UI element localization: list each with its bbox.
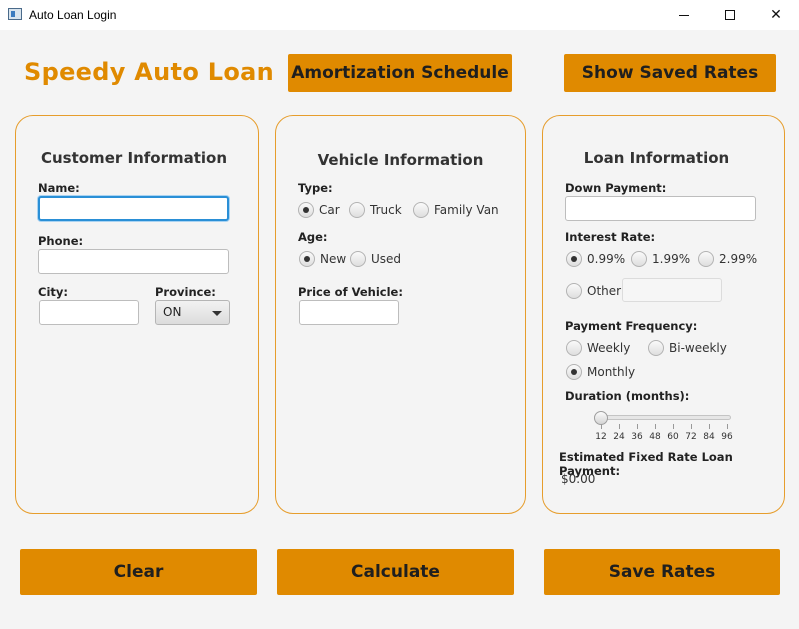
show-saved-rates-button[interactable]: Show Saved Rates bbox=[564, 54, 776, 92]
clear-button[interactable]: Clear bbox=[20, 549, 257, 595]
duration-tick bbox=[727, 424, 728, 429]
frequency-biweekly-radio[interactable] bbox=[648, 340, 664, 356]
loan-panel-title: Loan Information bbox=[583, 149, 730, 167]
frequency-monthly-radio[interactable] bbox=[566, 364, 582, 380]
duration-tick-label: 84 bbox=[703, 432, 715, 442]
type-truck-radio[interactable] bbox=[349, 202, 365, 218]
rate-2-99-label: 2.99% bbox=[719, 252, 758, 266]
maximize-button[interactable] bbox=[707, 0, 753, 30]
chevron-down-icon bbox=[212, 311, 222, 316]
amortization-schedule-button[interactable]: Amortization Schedule bbox=[288, 54, 512, 92]
duration-tick bbox=[691, 424, 692, 429]
age-used-label: Used bbox=[371, 252, 402, 266]
vehicle-information-panel: Vehicle Information Type: Car Truck Fami… bbox=[275, 115, 526, 514]
price-input[interactable] bbox=[299, 300, 399, 325]
rate-other-radio[interactable] bbox=[566, 283, 582, 299]
type-truck-label: Truck bbox=[370, 203, 402, 217]
city-input[interactable] bbox=[39, 300, 139, 325]
province-select[interactable]: ON bbox=[155, 300, 230, 325]
duration-tick-label: 72 bbox=[685, 432, 697, 442]
rate-1-99-radio[interactable] bbox=[631, 251, 647, 267]
duration-slider-thumb[interactable] bbox=[594, 411, 608, 425]
frequency-weekly-radio[interactable] bbox=[566, 340, 582, 356]
vehicle-panel-title: Vehicle Information bbox=[317, 151, 484, 169]
rate-1-99-label: 1.99% bbox=[652, 252, 691, 266]
customer-information-panel: Customer Information Name: Phone: City: … bbox=[15, 115, 259, 514]
duration-tick bbox=[601, 424, 602, 429]
minimize-icon bbox=[679, 14, 689, 16]
frequency-biweekly-label: Bi-weekly bbox=[669, 341, 727, 355]
app-icon bbox=[8, 8, 22, 20]
duration-tick-label: 36 bbox=[631, 432, 643, 442]
age-used-radio[interactable] bbox=[350, 251, 366, 267]
duration-tick-label: 24 bbox=[613, 432, 625, 442]
type-car-label: Car bbox=[319, 203, 340, 217]
down-payment-label: Down Payment: bbox=[565, 181, 667, 195]
other-rate-input[interactable] bbox=[622, 278, 722, 302]
price-label: Price of Vehicle: bbox=[298, 285, 403, 299]
name-label: Name: bbox=[38, 181, 80, 195]
minimize-button[interactable] bbox=[661, 0, 707, 30]
duration-label: Duration (months): bbox=[565, 389, 690, 403]
duration-tick-label: 12 bbox=[595, 432, 607, 442]
rate-2-99-radio[interactable] bbox=[698, 251, 714, 267]
rate-other-label: Other: bbox=[587, 284, 625, 298]
brand-title: Speedy Auto Loan bbox=[24, 58, 275, 86]
calculate-button[interactable]: Calculate bbox=[277, 549, 514, 595]
type-car-radio[interactable] bbox=[298, 202, 314, 218]
age-label: Age: bbox=[298, 230, 328, 244]
window-title: Auto Loan Login bbox=[29, 8, 117, 22]
phone-label: Phone: bbox=[38, 234, 84, 248]
type-label: Type: bbox=[298, 181, 333, 195]
down-payment-input[interactable] bbox=[565, 196, 756, 221]
duration-tick-label: 96 bbox=[721, 432, 733, 442]
rate-0-99-label: 0.99% bbox=[587, 252, 626, 266]
estimated-payment-value: $0.00 bbox=[561, 472, 596, 486]
maximize-icon bbox=[725, 10, 735, 20]
rate-0-99-radio[interactable] bbox=[566, 251, 582, 267]
close-button[interactable]: ✕ bbox=[753, 0, 799, 30]
city-label: City: bbox=[38, 285, 68, 299]
frequency-weekly-label: Weekly bbox=[587, 341, 631, 355]
name-input[interactable] bbox=[38, 196, 229, 221]
window-titlebar: Auto Loan Login ✕ bbox=[0, 0, 799, 30]
province-selected-value: ON bbox=[163, 305, 182, 319]
duration-tick bbox=[709, 424, 710, 429]
loan-information-panel: Loan Information Down Payment: Interest … bbox=[542, 115, 785, 514]
duration-tick bbox=[673, 424, 674, 429]
duration-tick-label: 48 bbox=[649, 432, 661, 442]
duration-tick-label: 60 bbox=[667, 432, 679, 442]
frequency-monthly-label: Monthly bbox=[587, 365, 636, 379]
province-label: Province: bbox=[155, 285, 216, 299]
duration-slider-track[interactable] bbox=[594, 415, 731, 420]
age-new-label: New bbox=[320, 252, 347, 266]
type-family-van-label: Family Van bbox=[434, 203, 499, 217]
phone-input[interactable] bbox=[38, 249, 229, 274]
age-new-radio[interactable] bbox=[299, 251, 315, 267]
customer-panel-title: Customer Information bbox=[40, 149, 228, 167]
payment-frequency-label: Payment Frequency: bbox=[565, 319, 698, 333]
duration-tick bbox=[637, 424, 638, 429]
duration-tick bbox=[655, 424, 656, 429]
type-family-van-radio[interactable] bbox=[413, 202, 429, 218]
close-icon: ✕ bbox=[770, 7, 782, 23]
interest-rate-label: Interest Rate: bbox=[565, 230, 656, 244]
duration-tick bbox=[619, 424, 620, 429]
save-rates-button[interactable]: Save Rates bbox=[544, 549, 780, 595]
